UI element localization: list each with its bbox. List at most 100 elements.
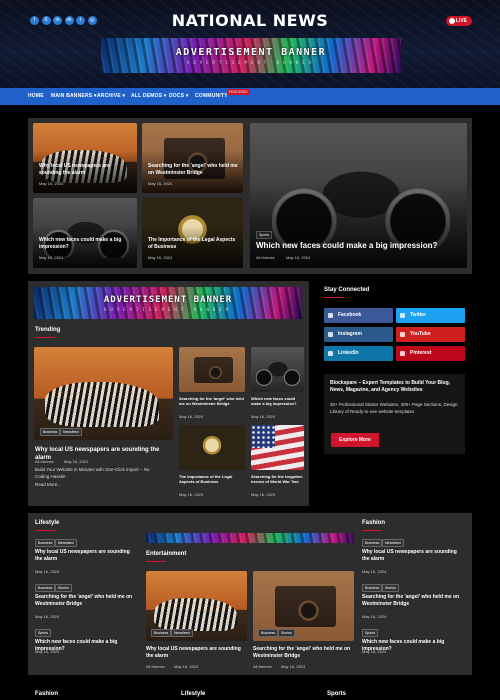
category-tag[interactable]: Business xyxy=(362,539,383,547)
category-tag[interactable]: Stories xyxy=(278,629,295,637)
facebook-icon[interactable]: f xyxy=(30,16,39,25)
stay-connected-heading: Stay Connected xyxy=(324,287,370,293)
vk-icon[interactable]: vk xyxy=(64,16,74,25)
nav-home[interactable]: HOME xyxy=(28,88,44,105)
linkedin-icon[interactable]: in xyxy=(53,16,62,25)
grid-card-a[interactable]: Why local US newspapers are sounding the… xyxy=(33,123,137,193)
category-tag[interactable]: Sports xyxy=(362,629,379,637)
explore-more-button[interactable]: Explore More xyxy=(331,433,379,447)
lifestyle-heading: Lifestyle xyxy=(35,520,60,526)
grid-card-big[interactable]: Sports Which new faces could make a big … xyxy=(250,123,467,268)
read-more-link[interactable]: Read More.. xyxy=(35,482,60,489)
ad-title: ADVERTISEMENT BANNER xyxy=(103,295,233,305)
fashion-item-title[interactable]: Searching for the 'angel' who held me on… xyxy=(362,594,462,608)
grid-card-date: May 16, 2024 xyxy=(39,255,64,260)
trending-main-date: May 16, 2024 xyxy=(64,459,89,464)
entertainment-item-author: All themes xyxy=(253,664,272,669)
grid-card-date: May 16, 2024 xyxy=(286,255,311,260)
grid-card-title[interactable]: The Importance of the Legal Aspects of B… xyxy=(148,237,240,251)
trending-item-title[interactable]: The Importance of the Legal Aspects of B… xyxy=(179,474,245,485)
category-tag[interactable]: Sports xyxy=(256,231,273,239)
grid-card-author: All themes xyxy=(256,255,275,260)
grid-card-title[interactable]: Searching for the 'angel' who held me on… xyxy=(148,163,240,177)
ad-title: ADVERTISEMENT BANNER xyxy=(175,47,327,58)
heading-underline xyxy=(146,561,166,562)
motorcycle-image xyxy=(251,347,304,392)
camera-image xyxy=(179,347,245,392)
trending-item-image[interactable] xyxy=(179,347,245,392)
promo-text: 30+ Professional Starter Websites, 300+ … xyxy=(330,402,458,414)
linkedin-button[interactable]: LinkedIn xyxy=(324,346,393,361)
ad-subtitle: ADVERTISEMENT BANNER xyxy=(103,307,233,312)
entertainment-item-author: All themes xyxy=(146,664,165,669)
grid-card-d[interactable]: The Importance of the Legal Aspects of B… xyxy=(142,198,243,268)
trending-item-title[interactable]: Searching for the 'angel' who held me on… xyxy=(179,396,245,407)
fashion-item-title[interactable]: Why local US newspapers are sounding the… xyxy=(362,549,462,563)
pinterest-button[interactable]: Pinterest xyxy=(396,346,465,361)
category-tag[interactable]: Newsfeed xyxy=(55,539,77,547)
category-tag[interactable]: Business xyxy=(40,428,61,436)
nav-main-banners[interactable]: MAIN BANNERS ▾ xyxy=(51,88,97,105)
grid-card-date: May 16, 2024 xyxy=(148,181,173,186)
category-tag[interactable]: Business xyxy=(151,629,172,637)
fashion-item-date: May 16, 2024 xyxy=(362,569,387,574)
heading-underline xyxy=(324,297,344,298)
category-tag[interactable]: Business xyxy=(35,539,56,547)
category-tag[interactable]: Business xyxy=(362,584,383,592)
category-tag[interactable]: Stories xyxy=(382,584,399,592)
bottom-lifestyle-heading: Lifestyle xyxy=(181,691,206,697)
trending-main-excerpt: Build Your Website in Minutes with One-C… xyxy=(35,467,150,479)
grid-card-b[interactable]: Searching for the 'angel' who held me on… xyxy=(142,123,243,193)
trending-item-image[interactable] xyxy=(251,425,304,470)
trending-item-date: May 16, 2024 xyxy=(179,492,204,497)
trending-heading: Trending xyxy=(35,327,61,333)
youtube-button[interactable]: YouTube xyxy=(396,327,465,342)
nav-docs[interactable]: DOCS ▾ xyxy=(169,88,189,105)
category-tag[interactable]: Sports xyxy=(35,629,52,637)
entertainment-item-date: May 16, 2024 xyxy=(281,664,306,669)
entertainment-item-date: May 16, 2024 xyxy=(174,664,199,669)
nav-archive[interactable]: ARCHIVE ▾ xyxy=(97,88,125,105)
grid-card-title[interactable]: Which new faces could make a big impress… xyxy=(39,237,131,251)
nav-all-demos[interactable]: ALL DEMOS ▾ xyxy=(131,88,166,105)
entertainment-item-title[interactable]: Why local US newspapers are sounding the… xyxy=(146,646,247,660)
trending-item-date: May 16, 2024 xyxy=(251,414,276,419)
site-title[interactable]: NATIONAL NEWS xyxy=(150,11,350,30)
entertainment-heading: Entertainment xyxy=(146,551,187,557)
instagram-icon[interactable]: ◎ xyxy=(87,16,97,25)
trending-item-title[interactable]: Which new faces could make a big impress… xyxy=(251,396,305,407)
trending-item-date: May 16, 2024 xyxy=(251,492,276,497)
telegram-icon[interactable]: t xyxy=(76,16,85,25)
header-ad-banner[interactable]: ADVERTISEMENT BANNER ADVERTISEMENT BANNE… xyxy=(101,38,401,73)
instagram-button[interactable]: Instagram xyxy=(324,327,393,342)
category-tag[interactable]: Newsfeed xyxy=(60,428,82,436)
trending-main-image[interactable] xyxy=(34,347,173,440)
trending-item-image[interactable] xyxy=(251,347,304,392)
category-tag[interactable]: Stories xyxy=(55,584,72,592)
grid-card-title[interactable]: Why local US newspapers are sounding the… xyxy=(39,163,131,177)
lifestyle-item-date: May 16, 2024 xyxy=(35,614,60,619)
fashion-item-date: May 16, 2024 xyxy=(362,614,387,619)
facebook-button[interactable]: Facebook xyxy=(324,308,393,323)
grid-card-title[interactable]: Which new faces could make a big impress… xyxy=(256,241,456,252)
entertainment-ad-strip[interactable] xyxy=(146,533,354,543)
trending-ad-banner[interactable]: ADVERTISEMENT BANNER ADVERTISEMENT BANNE… xyxy=(34,287,302,319)
category-tag[interactable]: Business xyxy=(258,629,279,637)
trending-main-title[interactable]: Why local US newspapers are sounding the… xyxy=(35,446,175,462)
category-tag[interactable]: Business xyxy=(35,584,56,592)
lifestyle-item-title[interactable]: Why local US newspapers are sounding the… xyxy=(35,549,135,563)
category-tag[interactable]: Newsfeed xyxy=(171,629,193,637)
lifestyle-item-title[interactable]: Searching for the 'angel' who held me on… xyxy=(35,594,135,608)
lifestyle-item-date: May 16, 2024 xyxy=(35,569,60,574)
grid-card-c[interactable]: Which new faces could make a big impress… xyxy=(33,198,137,268)
entertainment-item-title[interactable]: Searching for the 'angel' who held me on… xyxy=(253,646,354,660)
x-icon[interactable]: X xyxy=(41,16,51,25)
live-button[interactable]: LIVE xyxy=(446,16,472,26)
ad-subtitle: ADVERTISEMENT BANNER xyxy=(186,60,316,65)
twitter-button[interactable]: Twitter xyxy=(396,308,465,323)
trending-item-image[interactable] xyxy=(179,425,245,470)
pocket-watch-image xyxy=(179,425,245,470)
nav-community[interactable]: COMMUNITY xyxy=(195,88,228,105)
trending-item-title[interactable]: Searching for the forgotten heroes of Wo… xyxy=(251,474,305,485)
category-tag[interactable]: Newsfeed xyxy=(382,539,404,547)
